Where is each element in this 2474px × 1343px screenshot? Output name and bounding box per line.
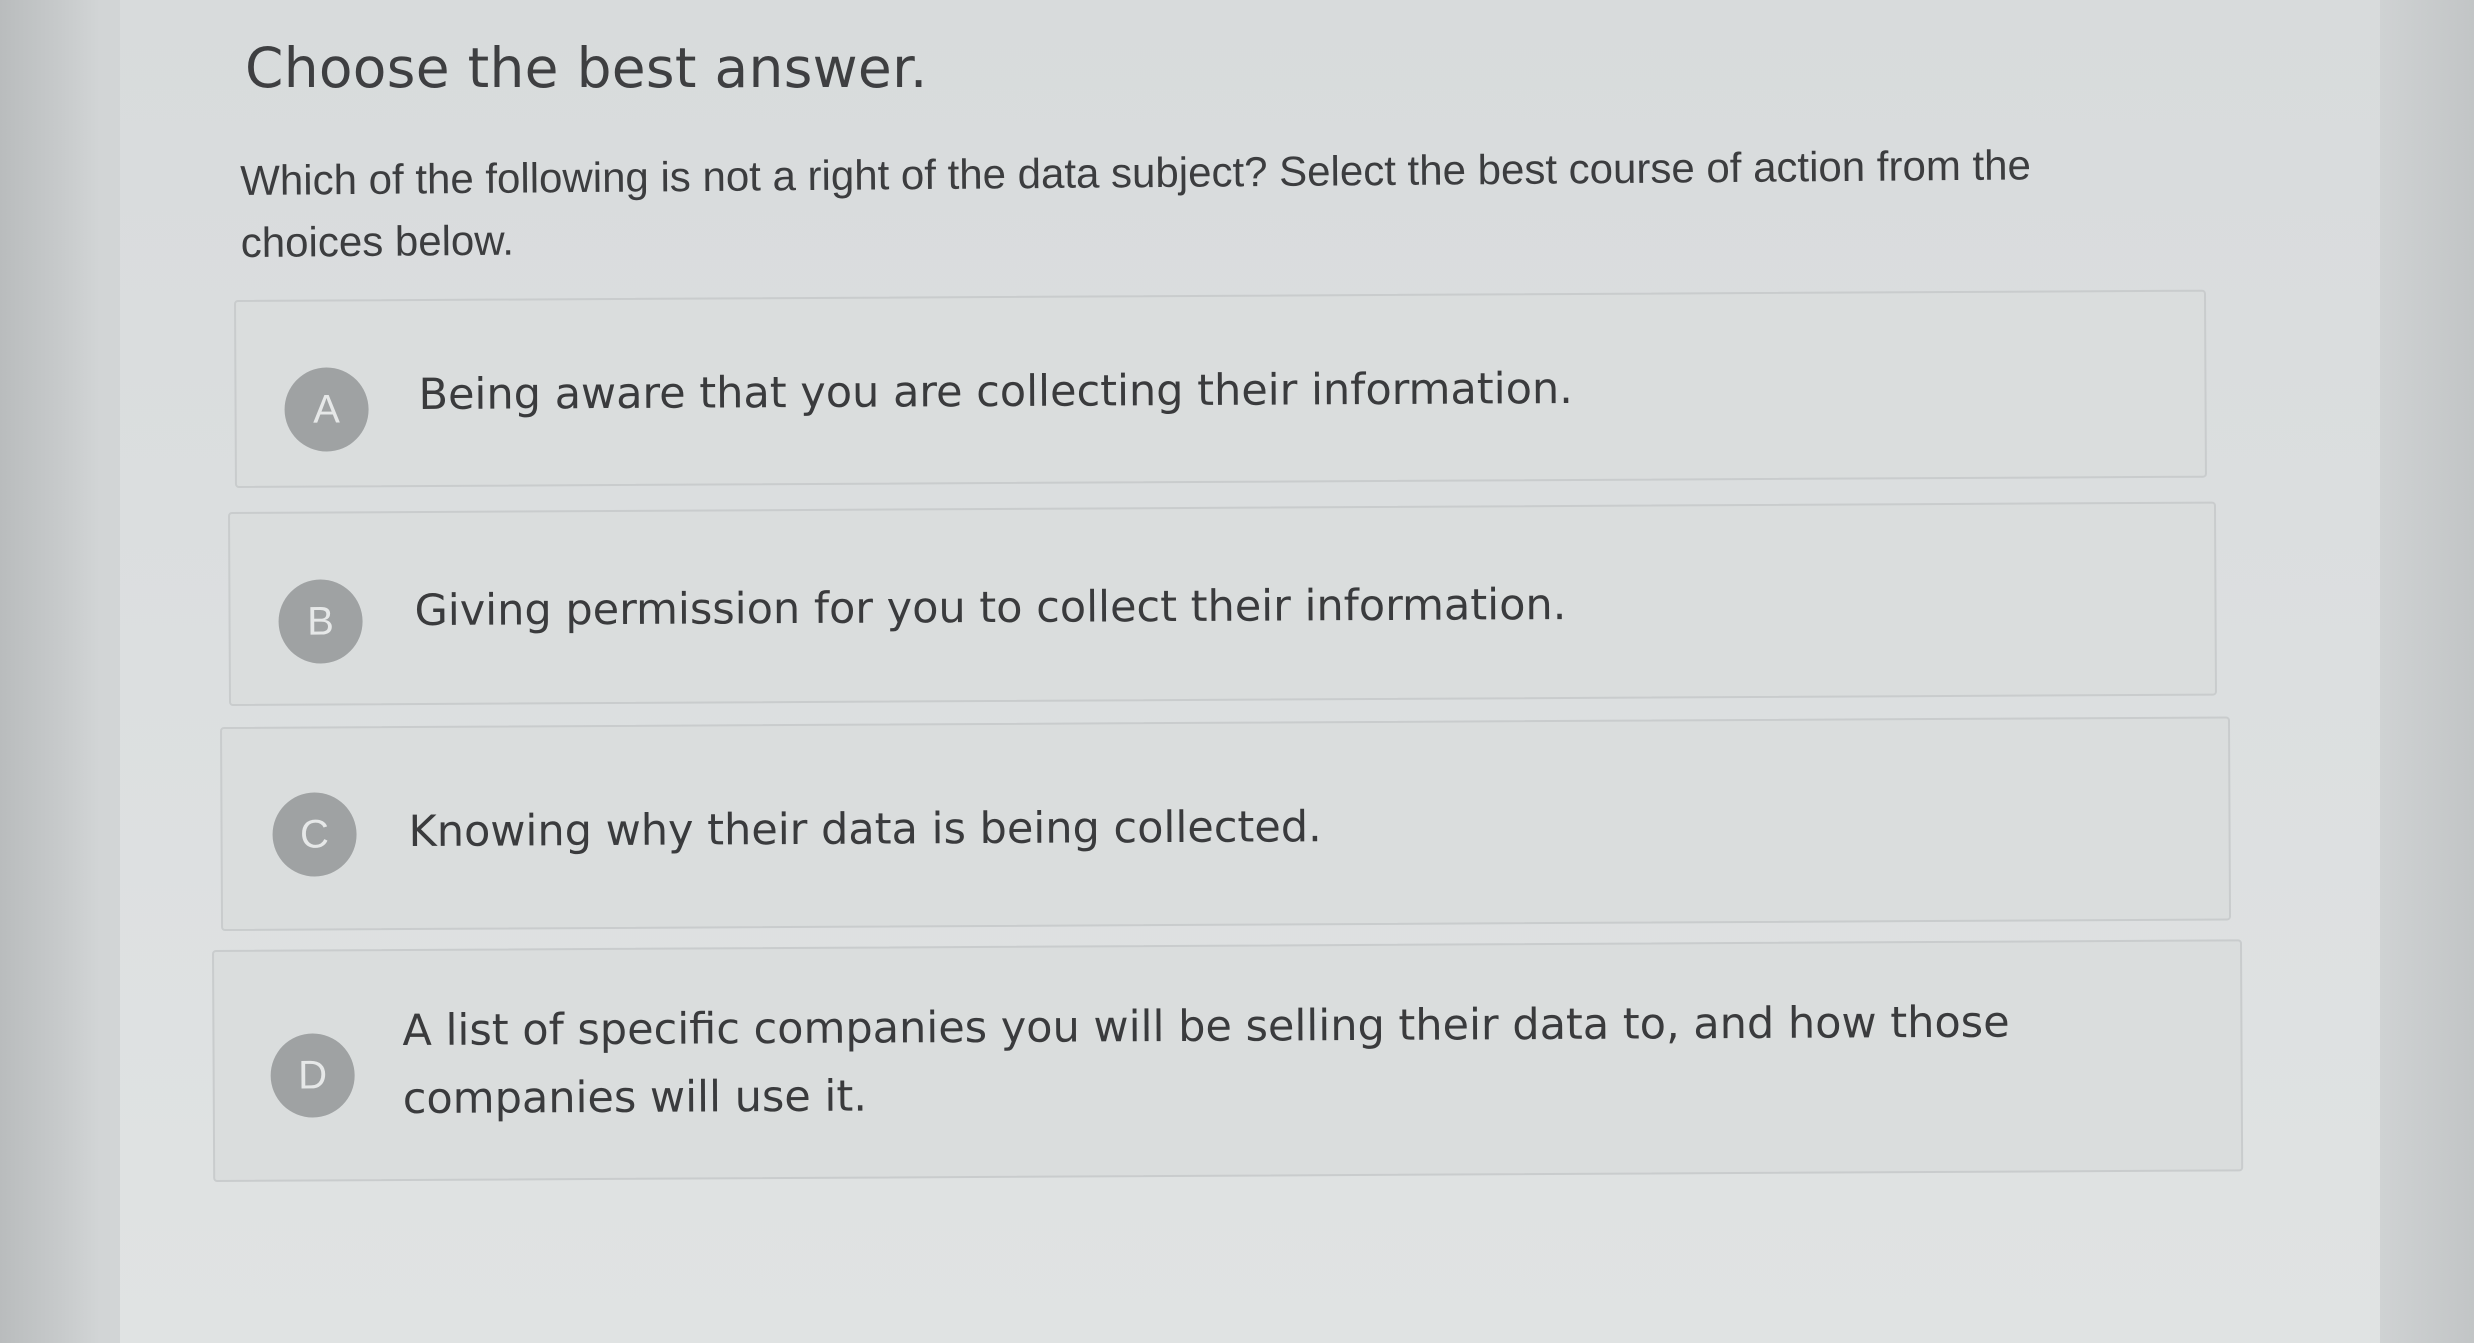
choice-letter-badge: D — [270, 1033, 355, 1118]
answer-choice-a[interactable]: A Being aware that you are collecting th… — [234, 289, 2207, 488]
choice-letter-badge: A — [284, 367, 369, 452]
answer-choice-c[interactable]: C Knowing why their data is being collec… — [220, 716, 2232, 931]
choice-text: Knowing why their data is being collecte… — [408, 802, 1322, 858]
answer-choices: A Being aware that you are collecting th… — [0, 0, 2474, 1343]
choice-text: A list of specific companies you will be… — [402, 997, 2010, 1125]
answer-choice-d[interactable]: D A list of specific companies you will … — [212, 939, 2244, 1182]
choice-text: Being aware that you are collecting thei… — [418, 363, 1574, 421]
answer-choice-b[interactable]: B Giving permission for you to collect t… — [228, 501, 2217, 706]
choice-letter-badge: C — [272, 792, 357, 877]
choice-letter-badge: B — [278, 579, 363, 664]
choice-text: Giving permission for you to collect the… — [414, 579, 1567, 637]
